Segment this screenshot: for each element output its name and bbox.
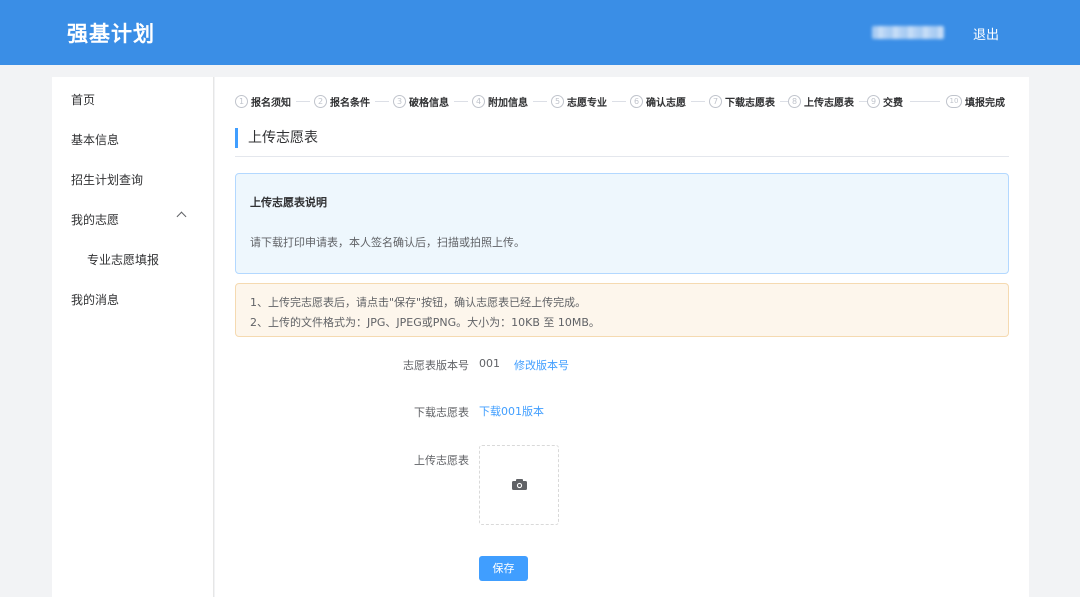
step-label: 志愿专业: [567, 97, 607, 109]
upload-area[interactable]: [479, 445, 559, 525]
step-connector: [859, 101, 867, 102]
progress-steps: 1 报名须知 2 报名条件 3 破格信息 4 附加信息 5 志愿专业 6 确认志愿 7 下载志…: [235, 93, 1009, 109]
step-label: 报名须知: [251, 97, 291, 109]
logout-button[interactable]: 退出: [973, 24, 999, 43]
version-label: 志愿表版本号: [403, 359, 469, 372]
step-5: 5 志愿专业: [551, 93, 607, 109]
step-label: 填报完成: [965, 97, 1005, 109]
username-blurred: [872, 26, 944, 39]
step-connector: [296, 101, 310, 102]
brand-title: 强基计划: [67, 22, 155, 46]
step-label: 破格信息: [409, 97, 449, 109]
sidebar-item-basic-info[interactable]: 基本信息: [71, 131, 119, 148]
warning-line-2: 2、上传的文件格式为：JPG、JPEG或PNG。大小为：10KB 至 10MB。: [250, 316, 600, 329]
step-number: 6: [630, 94, 643, 108]
step-number: 10: [946, 94, 962, 108]
step-number: 7: [709, 94, 722, 108]
modify-version-link[interactable]: 修改版本号: [514, 357, 569, 373]
section-title: 上传志愿表: [235, 128, 318, 148]
step-number: 5: [551, 94, 564, 108]
step-number: 9: [867, 94, 880, 108]
chevron-up-icon[interactable]: [176, 211, 187, 222]
step-number: 1: [235, 94, 248, 108]
step-2: 2 报名条件: [314, 93, 370, 109]
section-divider: [235, 156, 1009, 157]
step-connector: [533, 101, 547, 102]
sidebar-item-my-choices[interactable]: 我的志愿: [71, 211, 119, 228]
step-number: 2: [314, 94, 327, 108]
warning-alert: 1、上传完志愿表后，请点击"保存"按钮，确认志愿表已经上传完成。 2、上传的文件…: [235, 283, 1009, 337]
step-8: 8 上传志愿表: [788, 93, 854, 109]
step-1: 1 报名须知: [235, 93, 291, 109]
step-label: 上传志愿表: [804, 97, 854, 109]
step-7: 7 下载志愿表: [709, 93, 775, 109]
info-alert-text: 请下载打印申请表，本人签名确认后，扫描或拍照上传。: [250, 236, 525, 249]
sidebar-item-enrollment-plan[interactable]: 招生计划查询: [71, 171, 143, 188]
upload-label: 上传志愿表: [414, 454, 469, 467]
sidebar-item-messages[interactable]: 我的消息: [71, 291, 119, 308]
step-connector: [612, 101, 626, 102]
sidebar-item-major-choice[interactable]: 专业志愿填报: [87, 251, 159, 268]
warning-line-1: 1、上传完志愿表后，请点击"保存"按钮，确认志愿表已经上传完成。: [250, 296, 587, 309]
step-label: 报名条件: [330, 97, 370, 109]
step-number: 3: [393, 94, 406, 108]
step-connector: [691, 101, 705, 102]
step-label: 下载志愿表: [725, 97, 775, 109]
step-connector: [454, 101, 468, 102]
step-10: 10 填报完成: [946, 93, 1005, 109]
step-number: 4: [472, 94, 485, 108]
step-label: 确认志愿: [646, 97, 686, 109]
step-3: 3 破格信息: [393, 93, 449, 109]
step-connector: [375, 101, 389, 102]
top-header: 强基计划 退出: [0, 0, 1080, 65]
info-alert-title: 上传志愿表说明: [250, 196, 327, 209]
step-6: 6 确认志愿: [630, 93, 686, 109]
download-label: 下载志愿表: [414, 406, 469, 419]
main-panel: 1 报名须知 2 报名条件 3 破格信息 4 附加信息 5 志愿专业 6 确认志愿 7 下载志…: [215, 77, 1029, 597]
download-form-link[interactable]: 下载001版本: [479, 403, 544, 419]
sidebar-item-home[interactable]: 首页: [71, 91, 95, 108]
camera-icon: [512, 479, 527, 490]
step-label: 交费: [883, 97, 903, 109]
step-label: 附加信息: [488, 97, 528, 109]
save-button[interactable]: 保存: [479, 556, 528, 581]
step-4: 4 附加信息: [472, 93, 528, 109]
info-alert: 上传志愿表说明 请下载打印申请表，本人签名确认后，扫描或拍照上传。: [235, 173, 1009, 274]
version-value: 001: [479, 357, 500, 370]
step-number: 8: [788, 94, 801, 108]
step-9: 9 交费: [867, 93, 903, 109]
step-connector: [780, 101, 788, 102]
step-connector: [910, 101, 940, 102]
sidebar: 首页 基本信息 招生计划查询 我的志愿 专业志愿填报 我的消息: [52, 77, 214, 597]
